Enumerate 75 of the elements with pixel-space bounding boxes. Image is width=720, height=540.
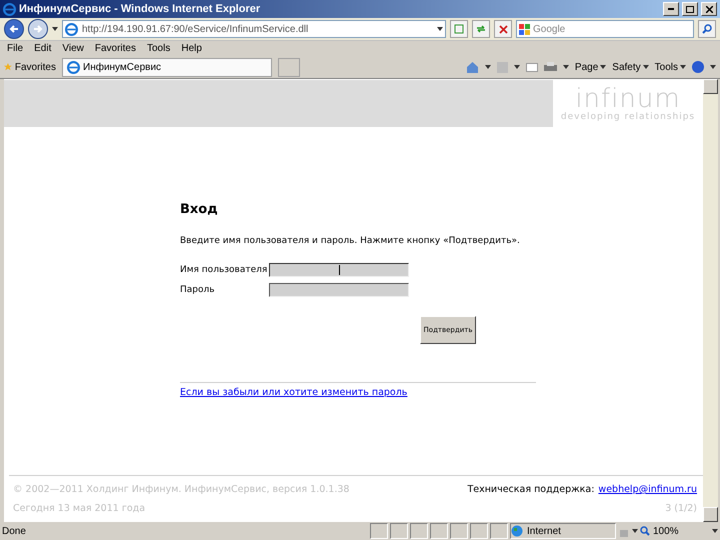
field-label: Пароль <box>180 285 216 295</box>
menu-item[interactable]: Favorites <box>94 43 136 54</box>
caret-icon <box>680 65 686 69</box>
instructions-text: Введите имя пользователя и пароль. Нажмите кнопку «Подтвердить». <box>180 235 520 247</box>
status-text: Done <box>2 526 27 536</box>
maximize-button[interactable] <box>682 2 698 16</box>
refresh-icon <box>476 24 486 34</box>
dropdown-arrow-icon[interactable] <box>562 65 569 69</box>
window-title: ИнфинумСервис - Windows Internet Explorer <box>19 3 262 15</box>
back-arrow-icon <box>9 24 19 34</box>
dropdown-arrow-icon[interactable] <box>712 529 718 533</box>
browser-logo-icon <box>65 22 78 36</box>
mail-icon[interactable] <box>526 62 538 72</box>
status-pane <box>430 523 448 539</box>
menu-item[interactable]: Edit <box>34 43 52 54</box>
maximize-icon <box>686 6 694 12</box>
refresh-button[interactable] <box>472 20 490 38</box>
dropdown-arrow-icon[interactable] <box>710 65 716 69</box>
support-email-link[interactable]: webhelp@infinum.ru <box>598 484 697 495</box>
search-icon <box>702 24 712 34</box>
status-pane <box>490 523 508 539</box>
date-text: Сегодня 13 мая 2011 года <box>13 503 146 514</box>
input-field[interactable] <box>269 263 409 277</box>
scrollbar[interactable] <box>703 79 718 522</box>
status-pane <box>470 523 488 539</box>
forward-button[interactable] <box>28 19 48 39</box>
caret-icon <box>642 65 649 69</box>
dropdown-arrow-icon[interactable] <box>632 529 638 533</box>
command-menu[interactable]: Safety <box>612 62 649 72</box>
minimize-icon <box>668 8 674 10</box>
dropdown-arrow-icon[interactable] <box>437 27 443 31</box>
stop-button[interactable] <box>494 20 512 38</box>
field-label: Имя пользователя <box>180 265 268 275</box>
copyright-text: © 2002—2011 Холдинг Инфинум. ИнфинумСервис, версия 1.0.1.38 <box>13 484 350 495</box>
search-provider-icon <box>519 24 530 34</box>
browser-logo-icon <box>67 60 80 74</box>
dropdown-arrow-icon[interactable] <box>484 65 491 69</box>
close-icon <box>706 6 712 12</box>
search-field[interactable]: Google <box>516 20 694 38</box>
status-pane <box>450 523 468 539</box>
input-field[interactable] <box>269 283 409 297</box>
magnifier-icon <box>640 526 650 536</box>
command-menu[interactable]: Tools <box>654 62 686 72</box>
command-menu[interactable]: Page <box>574 62 606 72</box>
address-field[interactable]: http://194.190.91.67:90/eService/InfinumService.dll <box>62 20 446 38</box>
security-zone: Internet <box>510 523 616 539</box>
text-cursor <box>339 265 340 275</box>
zoom-control[interactable]: 100% <box>640 526 710 536</box>
back-button[interactable] <box>4 19 24 39</box>
globe-icon <box>511 525 523 537</box>
menu-item[interactable]: Tools <box>146 43 170 54</box>
menu-item[interactable]: View <box>62 43 84 54</box>
close-button[interactable] <box>701 2 717 16</box>
status-pane <box>370 523 388 539</box>
status-pane <box>390 523 408 539</box>
minimize-button[interactable] <box>663 2 679 16</box>
menu-item[interactable]: Help <box>181 43 202 54</box>
search-button[interactable] <box>698 20 716 38</box>
counter-text: 3 (1/2) <box>665 503 697 514</box>
status-pane <box>410 523 428 539</box>
forward-arrow-icon <box>33 24 43 34</box>
close-icon <box>498 24 508 34</box>
favorites-button[interactable]: Favorites <box>4 61 56 73</box>
browser-logo-icon <box>3 2 16 16</box>
forgot-password-link[interactable]: Если вы забыли или хотите изменить пароль <box>180 387 536 398</box>
printer-icon[interactable] <box>544 62 557 72</box>
dropdown-arrow-icon[interactable] <box>514 65 520 69</box>
page-heading: Вход <box>180 202 219 217</box>
browser-tab[interactable]: ИнфинумСервис <box>62 58 272 76</box>
support-label: Техническая поддержка: <box>467 484 594 495</box>
compatibility-button[interactable] <box>450 20 468 38</box>
history-dropdown-icon[interactable] <box>52 27 58 31</box>
star-icon <box>4 61 12 73</box>
caret-icon <box>600 65 606 69</box>
menu-item[interactable]: File <box>7 43 24 54</box>
